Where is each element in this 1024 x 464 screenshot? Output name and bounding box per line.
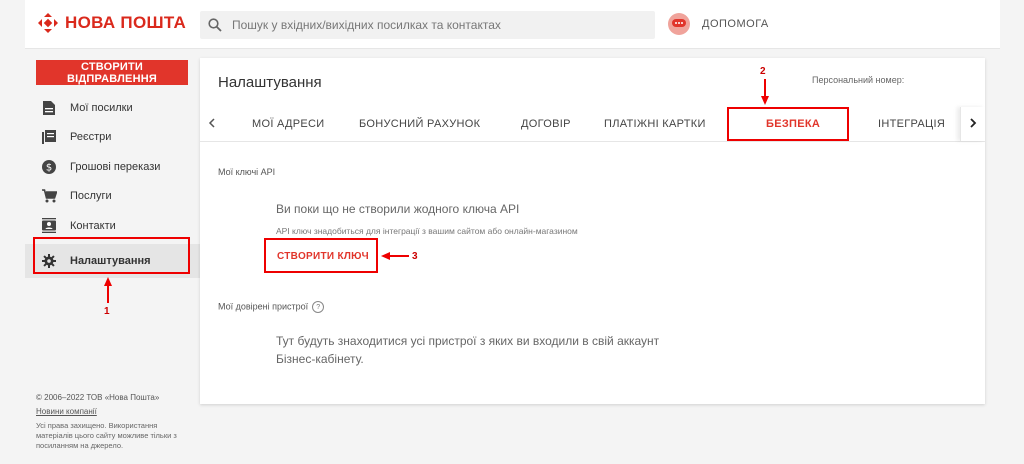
annotation-number-1: 1 — [104, 306, 110, 317]
tab-my-addresses[interactable]: МОЇ АДРЕСИ — [252, 107, 325, 141]
tab-bonus-account[interactable]: БОНУСНИЙ РАХУНОК — [359, 107, 480, 141]
annotation-box-create-key — [264, 238, 378, 273]
svg-text:$: $ — [46, 162, 52, 173]
logo[interactable]: НОВА ПОШТА — [37, 12, 186, 34]
annotation-box-settings — [33, 237, 190, 274]
chat-bubble-icon — [668, 13, 690, 35]
tabs-scroll-right-button[interactable] — [960, 107, 985, 141]
sidebar-item-label: Реєстри — [70, 131, 112, 144]
cart-icon — [41, 188, 57, 204]
sidebar-item-label: Контакти — [70, 219, 116, 232]
trusted-devices-label-text: Мої довірені пристрої — [218, 301, 309, 312]
api-empty-subtitle: API ключ знадобиться для інтеграції з ва… — [276, 226, 578, 236]
nova-poshta-logo-icon — [37, 12, 59, 34]
api-keys-section-label: Мої ключі API — [218, 167, 276, 177]
sidebar-item-parcels[interactable]: Мої посилки — [25, 93, 200, 123]
api-empty-title: Ви поки що не створили жодного ключа API — [276, 202, 520, 216]
copyright: © 2006–2022 ТОВ «Нова Пошта» — [36, 393, 160, 402]
sidebar-footer: © 2006–2022 ТОВ «Нова Пошта» Новини комп… — [36, 393, 186, 451]
tab-contract[interactable]: ДОГОВІР — [521, 107, 571, 141]
search-bar — [200, 11, 655, 39]
sidebar-item-label: Послуги — [70, 190, 112, 203]
personal-number-label: Персональний номер: — [812, 75, 905, 85]
sidebar-item-services[interactable]: Послуги — [25, 182, 200, 212]
annotation-number-3: 3 — [412, 251, 418, 262]
annotation-box-security-tab — [727, 107, 849, 141]
trusted-devices-section-label: Мої довірені пристрої? — [218, 301, 325, 313]
sidebar-item-label: Мої посилки — [70, 101, 133, 114]
settings-card: Налаштування Персональний номер: МОЇ АДР… — [200, 58, 985, 404]
sidebar-item-registries[interactable]: Реєстри — [25, 123, 200, 153]
trusted-devices-text: Тут будуть знаходитися усі пристрої з як… — [276, 334, 660, 366]
help-button[interactable]: ДОПОМОГА — [668, 13, 769, 35]
rights-text: Усі права захищено. Використання матеріа… — [36, 421, 177, 450]
help-question-icon[interactable]: ? — [312, 301, 325, 313]
document-icon — [41, 100, 57, 116]
money-icon: $ — [41, 159, 57, 175]
create-shipment-button[interactable]: СТВОРИТИ ВІДПРАВЛЕННЯ — [36, 60, 188, 85]
help-label: ДОПОМОГА — [702, 18, 769, 30]
settings-tabs: МОЇ АДРЕСИ БОНУСНИЙ РАХУНОК ДОГОВІР ПЛАТ… — [200, 107, 985, 142]
logo-text: НОВА ПОШТА — [65, 13, 187, 32]
contacts-icon — [41, 218, 57, 234]
registry-icon — [41, 129, 57, 145]
tab-integration[interactable]: ІНТЕГРАЦІЯ — [878, 107, 945, 141]
sidebar-item-label: Грошові перекази — [70, 160, 161, 173]
top-bar: НОВА ПОШТА ДОПОМОГА — [25, 0, 1000, 49]
sidebar-item-money-transfers[interactable]: $ Грошові перекази — [25, 152, 200, 182]
company-news-link[interactable]: Новини компанії — [36, 407, 186, 417]
tab-payment-cards[interactable]: ПЛАТІЖНІ КАРТКИ — [604, 107, 706, 141]
search-icon — [200, 18, 230, 32]
search-input[interactable] — [230, 17, 634, 33]
chevron-right-icon — [969, 115, 977, 133]
annotation-number-2: 2 — [760, 66, 766, 77]
page-title: Налаштування — [218, 74, 322, 91]
tabs-scroll-left-button[interactable] — [200, 107, 224, 141]
chevron-left-icon — [208, 115, 216, 133]
